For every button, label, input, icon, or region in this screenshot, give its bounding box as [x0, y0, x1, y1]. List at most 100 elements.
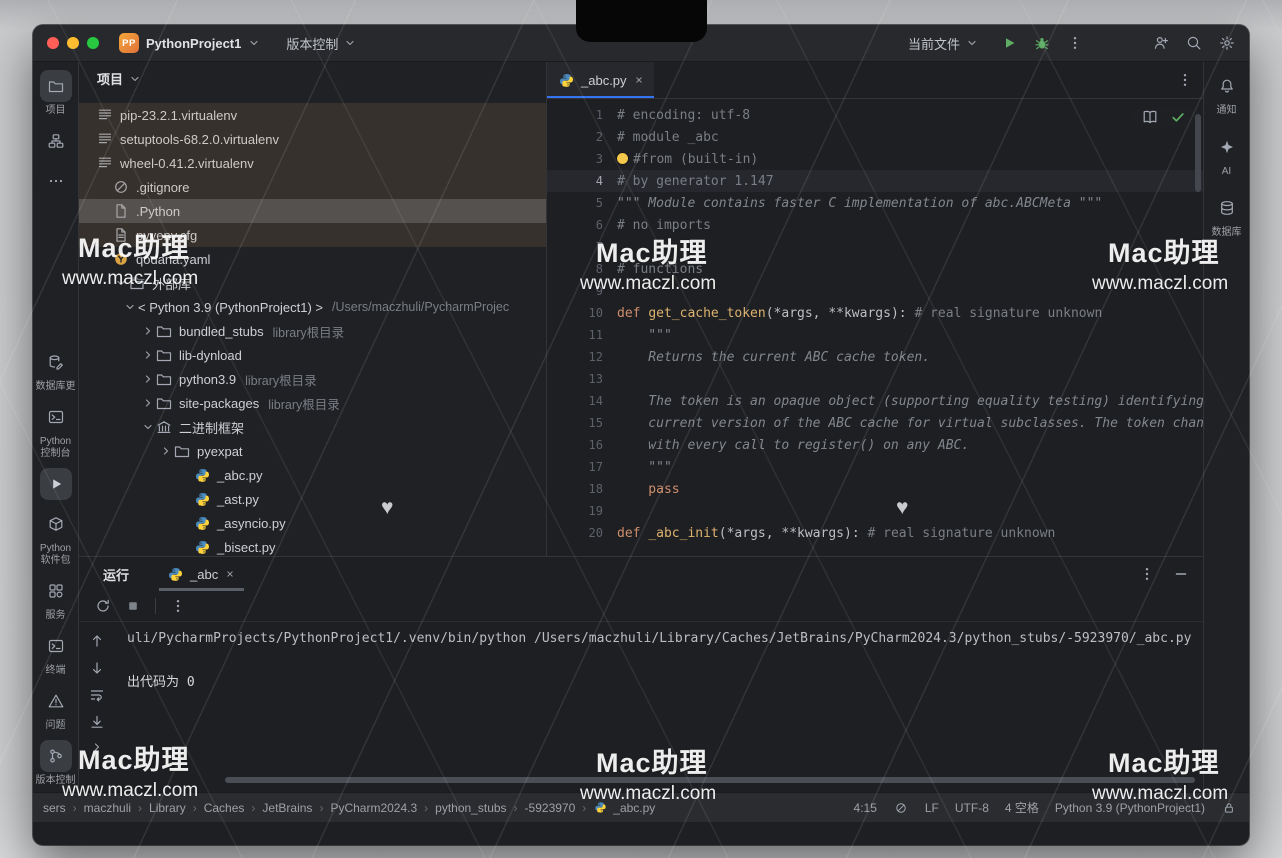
tree-item[interactable]: site-packageslibrary根目录 — [79, 391, 546, 415]
code-line[interactable]: 9 — [547, 280, 1203, 302]
debug-button[interactable] — [1034, 35, 1050, 51]
chevron-right-icon[interactable] — [140, 397, 156, 409]
code-line[interactable]: 19 — [547, 500, 1203, 522]
tool-button-python-console[interactable]: Python 控制台 — [40, 401, 72, 460]
editor-options-icon[interactable] — [1177, 72, 1193, 88]
statusbar-item[interactable]: Python 3.9 (PythonProject1) — [1055, 801, 1205, 815]
minimize-window-button[interactable] — [67, 37, 79, 49]
code-line[interactable]: 4# by generator 1.147 — [547, 170, 1203, 192]
tool-button-python-packages[interactable]: Python 软件包 — [40, 508, 72, 567]
code-line[interactable]: 1# encoding: utf-8 — [547, 104, 1203, 126]
tree-item[interactable]: 二进制框架 — [79, 415, 546, 439]
soft-wrap-icon[interactable] — [89, 687, 105, 703]
run-button[interactable] — [1001, 35, 1017, 51]
lock-icon[interactable] — [1223, 801, 1236, 814]
tool-button-run[interactable] — [40, 468, 72, 500]
breadcrumb-item[interactable]: sers — [43, 801, 66, 815]
breadcrumb-item[interactable]: Caches — [204, 801, 245, 815]
close-tab-icon[interactable] — [634, 75, 644, 85]
tree-item[interactable]: _asyncio.py — [79, 511, 546, 535]
tree-item[interactable]: _abc.py — [79, 463, 546, 487]
breadcrumb-item[interactable]: JetBrains — [262, 801, 312, 815]
breadcrumb-item[interactable]: _abc.py — [593, 800, 655, 815]
more-actions-button[interactable] — [1067, 35, 1083, 51]
code-line[interactable]: 6# no imports — [547, 214, 1203, 236]
arrow-down-icon[interactable] — [89, 660, 105, 676]
tool-button-services[interactable]: 服务 — [40, 575, 72, 622]
tree-item[interactable]: .gitignore — [79, 175, 546, 199]
close-run-tab-icon[interactable] — [225, 569, 235, 579]
tool-button-version-control[interactable]: 版本控制 — [36, 740, 76, 787]
tree-item[interactable]: bundled_stubslibrary根目录 — [79, 319, 546, 343]
tree-item[interactable]: .Python — [79, 199, 546, 223]
tool-button-problems[interactable]: 问题 — [40, 685, 72, 732]
run-configuration-widget[interactable]: 当前文件 — [908, 34, 978, 53]
code-line[interactable]: 11 """ — [547, 324, 1203, 346]
code-line[interactable]: 15 current version of the ABC cache for … — [547, 412, 1203, 434]
breadcrumb-item[interactable]: maczhuli — [84, 801, 131, 815]
code-line[interactable]: 7 — [547, 236, 1203, 258]
statusbar-item[interactable]: LF — [925, 801, 939, 815]
editor-tab-abc-py[interactable]: _abc.py — [547, 62, 654, 98]
code-line[interactable]: 14 The token is an opaque object (suppor… — [547, 390, 1203, 412]
tree-item[interactable]: pyvenv.cfg — [79, 223, 546, 247]
tool-button-database[interactable]: 数据库 — [1211, 192, 1243, 239]
tree-item[interactable]: python3.9library根目录 — [79, 367, 546, 391]
chevron-right-icon[interactable] — [158, 445, 174, 457]
tool-button-project[interactable]: 项目 — [40, 70, 72, 117]
tree-item[interactable]: setuptools-68.2.0.virtualenv — [79, 127, 546, 151]
statusbar-item[interactable]: 4 空格 — [1005, 799, 1039, 816]
code-line[interactable]: 17 """ — [547, 456, 1203, 478]
tree-item[interactable]: wheel-0.41.2.virtualenv — [79, 151, 546, 175]
tree-item[interactable]: pip-23.2.1.virtualenv — [79, 103, 546, 127]
scroll-end-icon[interactable] — [89, 714, 105, 730]
code-line[interactable]: 20def _abc_init(*args, **kwargs): # real… — [547, 522, 1203, 544]
console-output[interactable]: uli/PycharmProjects/PythonProject1/.venv… — [127, 629, 1195, 772]
breadcrumb-item[interactable]: python_stubs — [435, 801, 506, 815]
chevron-down-icon[interactable] — [122, 301, 138, 313]
breadcrumb-item[interactable]: PyCharm2024.3 — [330, 801, 417, 815]
search-everywhere-button[interactable] — [1186, 35, 1202, 51]
code-area[interactable]: 1# encoding: utf-82# module _abc3#from (… — [547, 98, 1203, 556]
tree-item[interactable]: pyexpat — [79, 439, 546, 463]
tool-button-terminal[interactable]: 终端 — [40, 630, 72, 677]
breadcrumb-item[interactable]: Library — [149, 801, 186, 815]
inspection-widget[interactable] — [1133, 106, 1195, 128]
chevron-right-icon[interactable] — [140, 325, 156, 337]
code-line[interactable]: 3#from (built-in) — [547, 148, 1203, 170]
code-line[interactable]: 10def get_cache_token(*args, **kwargs): … — [547, 302, 1203, 324]
hide-panel-icon[interactable] — [1173, 566, 1189, 582]
code-line[interactable]: 18 pass — [547, 478, 1203, 500]
close-window-button[interactable] — [47, 37, 59, 49]
project-widget[interactable]: PP PythonProject1 — [119, 33, 260, 53]
code-line[interactable]: 8# functions — [547, 258, 1203, 280]
reader-mode-icon[interactable] — [1142, 109, 1158, 125]
settings-button[interactable] — [1219, 35, 1235, 51]
zoom-window-button[interactable] — [87, 37, 99, 49]
code-line[interactable]: 5""" Module contains faster C implementa… — [547, 192, 1203, 214]
tool-button-database-changes[interactable]: 数据库更 — [36, 346, 76, 393]
tree-item[interactable]: 外部库 — [79, 271, 546, 295]
code-line[interactable]: 16 with every call to register() on any … — [547, 434, 1203, 456]
tool-button-more-tools[interactable] — [40, 165, 72, 197]
tool-button-structure[interactable] — [40, 125, 72, 157]
tool-button-notifications[interactable]: 通知 — [1211, 70, 1243, 117]
arrow-up-icon[interactable] — [89, 633, 105, 649]
vcs-widget[interactable]: 版本控制 — [286, 34, 356, 53]
run-tab-abc[interactable]: _abc — [159, 557, 244, 591]
breadcrumb-item[interactable]: -5923970 — [525, 801, 576, 815]
tree-item[interactable]: < Python 3.9 (PythonProject1) >/Users/ma… — [79, 295, 546, 319]
chev-right-icon[interactable] — [89, 741, 105, 753]
console-options-icon[interactable] — [170, 598, 186, 614]
chevron-down-icon[interactable] — [113, 277, 129, 289]
tree-item[interactable]: _bisect.py — [79, 535, 546, 556]
highlight-icon[interactable] — [894, 801, 907, 814]
rerun-icon[interactable] — [95, 598, 111, 614]
project-panel-header[interactable]: 项目 — [79, 62, 546, 95]
statusbar-item[interactable]: UTF-8 — [955, 801, 989, 815]
tool-button-ai-assistant[interactable]: AI — [1211, 131, 1243, 178]
tree-item[interactable]: lib-dynload — [79, 343, 546, 367]
chevron-down-icon[interactable] — [140, 421, 156, 433]
intention-bulb-icon[interactable] — [617, 153, 628, 164]
console-hscrollbar[interactable] — [225, 777, 1195, 783]
